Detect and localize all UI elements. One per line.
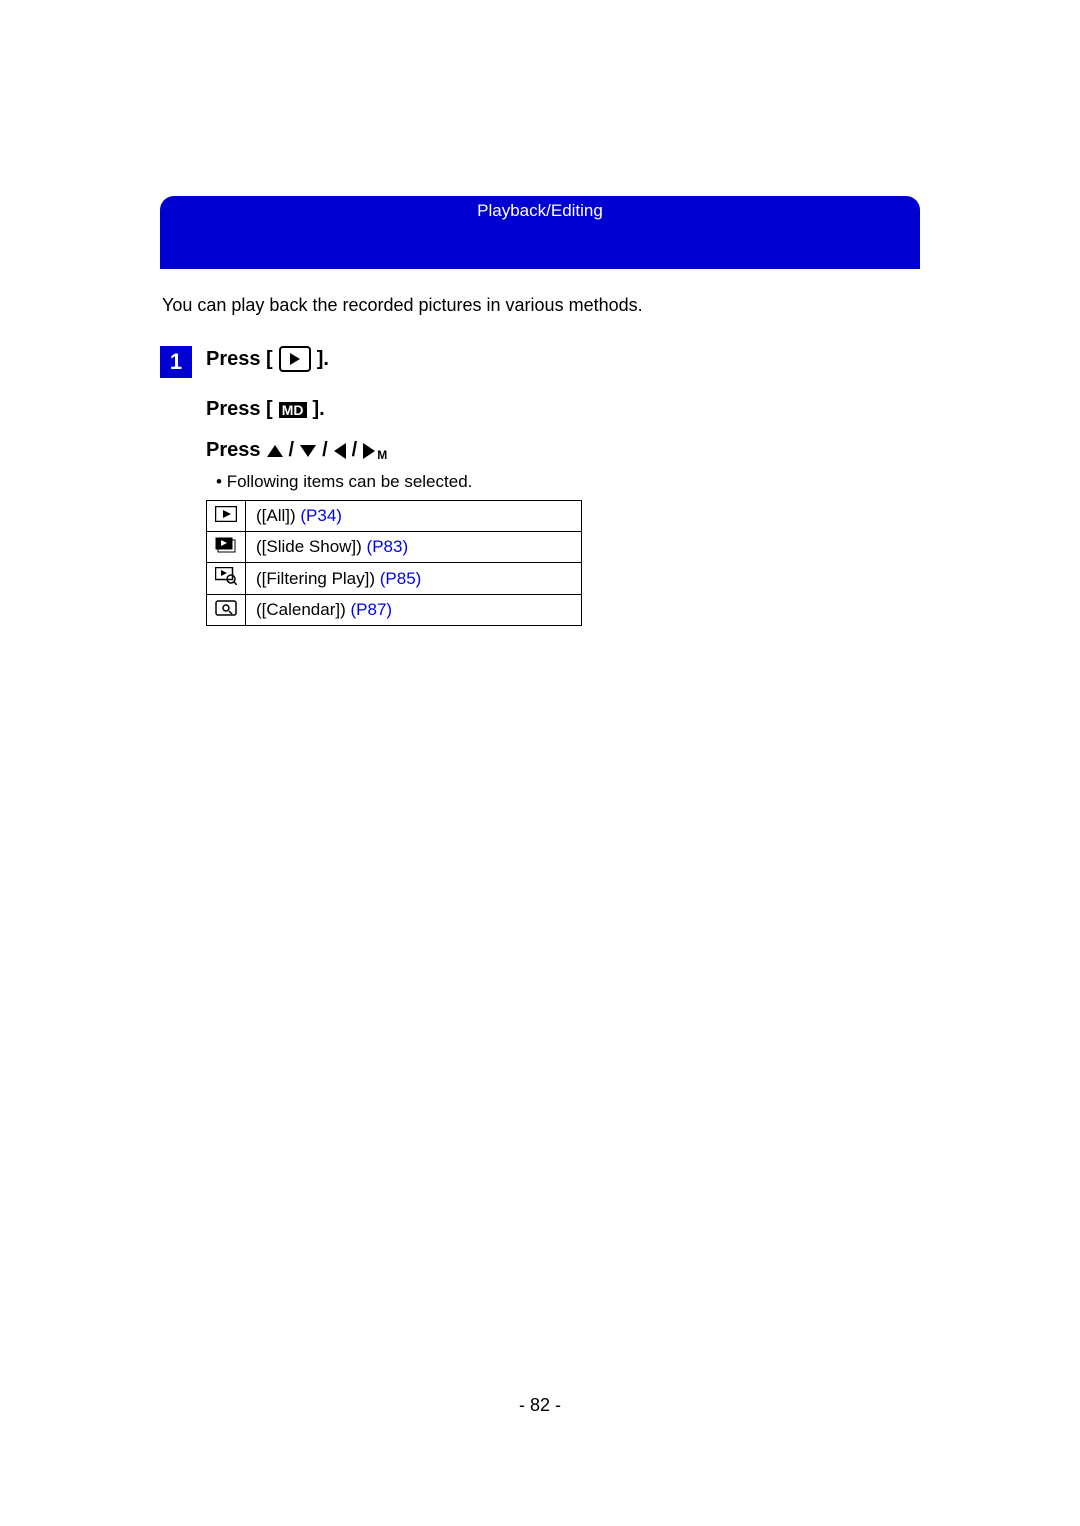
left-arrow-icon [334,443,346,459]
table-row: ([Slide Show]) (P83) [207,532,582,563]
row-3-label: ([Calendar]) [256,600,350,619]
bullet-note: Following items can be selected. [206,472,920,492]
table-row: ([Filtering Play]) (P85) [207,563,582,595]
page-link[interactable]: (P34) [300,506,342,525]
menu-set-m-subscript: M [377,448,387,462]
step1-after: ]. [317,348,329,371]
breadcrumb-bar: Playback/Editing [160,196,920,225]
step-3: Press / / / M [206,439,920,462]
filtering-play-icon [215,567,237,585]
step2-before: Press [ [206,398,273,421]
section-title-bar [160,225,920,269]
slash-2: / [322,439,328,462]
step-2: Press [ MD ]. [206,398,920,421]
slash-3: / [352,439,358,462]
step-number-1: 1 [160,346,192,378]
intro-text: You can play back the recorded pictures … [162,295,920,316]
row-2-label: ([Filtering Play]) [256,569,380,588]
row-0: ([All]) (P34) [246,501,582,532]
row-0-label: ([All]) [256,506,300,525]
table-row: ([Calendar]) (P87) [207,595,582,626]
slideshow-icon [215,537,237,553]
right-arrow-icon [363,443,375,459]
step2-after: ]. [313,398,325,421]
step-1-body: Press [ ]. [206,346,329,372]
step-1: 1 Press [ ]. [160,346,920,378]
play-all-icon [215,506,237,522]
up-arrow-icon [267,445,283,457]
breadcrumb: Playback/Editing [477,201,603,220]
page-number: - 82 - [0,1395,1080,1416]
mode-dial-badge: MD [279,402,307,418]
step3-press: Press [206,439,261,462]
step1-before: Press [ [206,348,273,371]
page-link[interactable]: (P85) [380,569,422,588]
page-link[interactable]: (P83) [367,537,409,556]
row-1: ([Slide Show]) (P83) [246,532,582,563]
table-row: ([All]) (P34) [207,501,582,532]
manual-page: Playback/Editing You can play back the r… [0,0,1080,1526]
page-link[interactable]: (P87) [350,600,392,619]
row-3: ([Calendar]) (P87) [246,595,582,626]
slash-1: / [289,439,295,462]
options-table: ([All]) (P34) ([Slide Show]) (P83) ([Fil… [206,500,582,626]
calendar-icon [215,600,237,616]
row-1-label: ([Slide Show]) [256,537,367,556]
down-arrow-icon [300,445,316,457]
row-2: ([Filtering Play]) (P85) [246,563,582,595]
playback-icon [279,346,311,372]
